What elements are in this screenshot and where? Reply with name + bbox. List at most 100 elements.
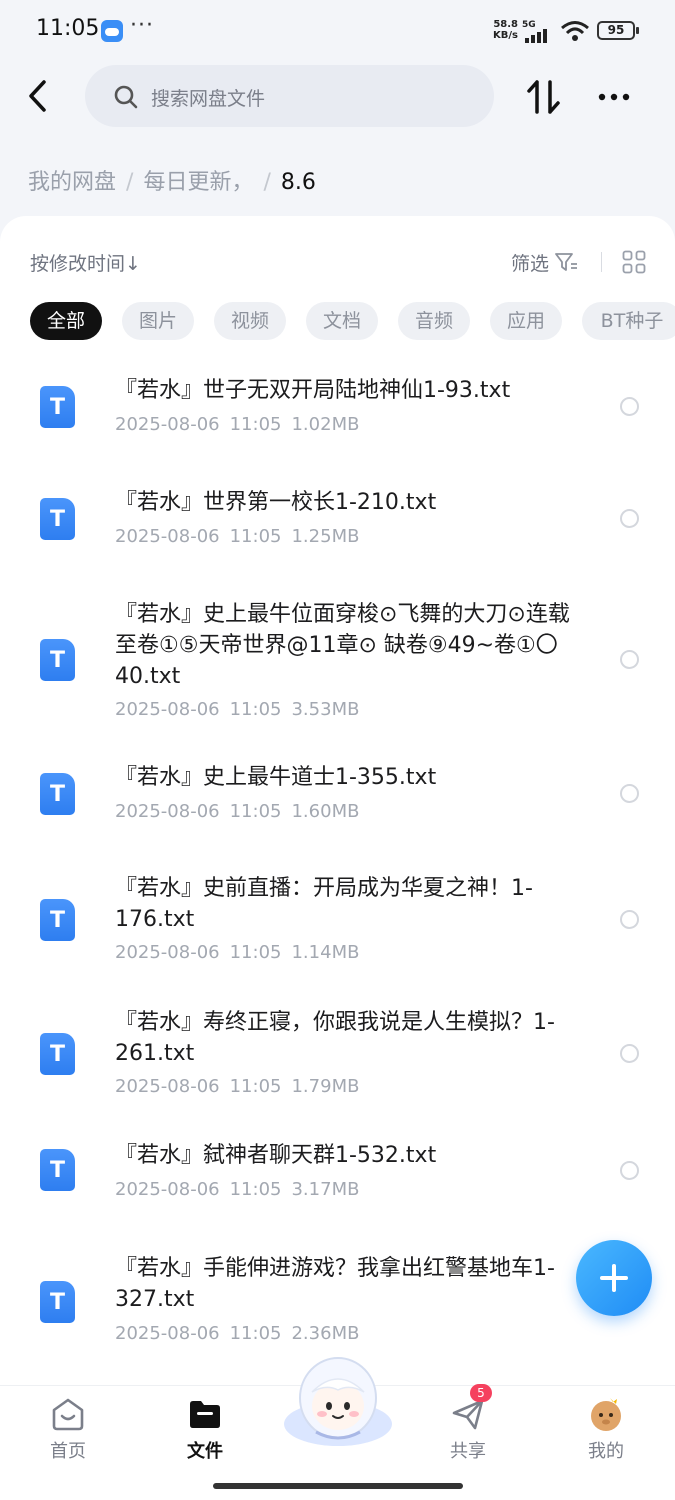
file-size: 1.79MB bbox=[291, 1076, 360, 1097]
file-size: 2.36MB bbox=[291, 1323, 360, 1344]
avatar bbox=[591, 1398, 621, 1431]
folder-icon bbox=[190, 1401, 220, 1428]
file-time: 11:05 bbox=[229, 942, 282, 963]
toolbar-divider bbox=[601, 252, 602, 272]
file-time: 11:05 bbox=[229, 1076, 282, 1097]
file-date: 2025-08-06 bbox=[115, 801, 220, 822]
file-date: 2025-08-06 bbox=[115, 1323, 220, 1344]
file-date: 2025-08-06 bbox=[115, 1179, 220, 1200]
filter-button[interactable]: 筛选 bbox=[511, 249, 549, 276]
file-name: 『若水』弑神者聊天群1-532.txt bbox=[115, 1143, 437, 1168]
nav-item-mine[interactable]: 我的 bbox=[556, 1386, 656, 1476]
file-name: 『若水』史上最牛位面穿梭⊙飞舞的大刀⊙连载至卷①⑤天帝世界@11章⊙ 缺卷⑨49… bbox=[115, 602, 570, 689]
file-meta: 2025-08-06 11:05 1.14MB bbox=[115, 942, 369, 963]
text-file-icon: T bbox=[40, 498, 75, 540]
top-bar: 搜索网盘文件 bbox=[0, 62, 675, 132]
file-size: 1.25MB bbox=[291, 526, 360, 547]
file-panel: 按修改时间↓ 筛选 全部 图片 视频 文档 音频 应用 BT种子 T 『若水』世… bbox=[0, 216, 675, 1416]
file-meta: 2025-08-06 11:05 1.25MB bbox=[115, 526, 369, 547]
breadcrumb: 我的网盘 / 每日更新， / 8.6 bbox=[28, 164, 316, 196]
text-file-icon: T bbox=[40, 1281, 75, 1323]
file-time: 11:05 bbox=[229, 801, 282, 822]
text-file-icon: T bbox=[40, 639, 75, 681]
more-options-icon[interactable] bbox=[594, 82, 634, 112]
file-size: 1.02MB bbox=[291, 414, 360, 435]
search-input[interactable]: 搜索网盘文件 bbox=[85, 65, 494, 127]
file-size: 3.17MB bbox=[291, 1179, 360, 1200]
select-checkbox[interactable] bbox=[620, 1161, 639, 1180]
text-file-icon: T bbox=[40, 773, 75, 815]
search-placeholder: 搜索网盘文件 bbox=[151, 88, 266, 110]
file-size: 1.14MB bbox=[291, 942, 360, 963]
file-date: 2025-08-06 bbox=[115, 699, 220, 720]
breadcrumb-item-folder[interactable]: 每日更新， bbox=[143, 170, 253, 195]
file-meta: 2025-08-06 11:05 1.79MB bbox=[115, 1076, 369, 1097]
status-bar: 11:05 ··· 58.8 KB/s 5G 95 bbox=[0, 0, 675, 62]
select-checkbox[interactable] bbox=[620, 1044, 639, 1063]
nav-label-mine: 我的 bbox=[588, 1441, 624, 1462]
select-checkbox[interactable] bbox=[620, 509, 639, 528]
signal-icon bbox=[525, 29, 547, 43]
select-checkbox[interactable] bbox=[620, 910, 639, 929]
file-date: 2025-08-06 bbox=[115, 942, 220, 963]
grid-view-icon[interactable] bbox=[622, 250, 646, 274]
text-file-icon: T bbox=[40, 1149, 75, 1191]
file-time: 11:05 bbox=[229, 1323, 282, 1344]
chip-audio[interactable]: 音频 bbox=[398, 302, 470, 340]
network-speed-unit: KB/s bbox=[493, 30, 518, 41]
search-icon bbox=[114, 85, 138, 109]
file-name: 『若水』史上最牛道士1-355.txt bbox=[115, 765, 437, 790]
file-time: 11:05 bbox=[229, 526, 282, 547]
chip-documents[interactable]: 文档 bbox=[306, 302, 378, 340]
file-time: 11:05 bbox=[229, 699, 282, 720]
assistant-mascot-button[interactable] bbox=[280, 1352, 396, 1448]
file-meta: 2025-08-06 11:05 2.36MB bbox=[115, 1323, 369, 1344]
file-time: 11:05 bbox=[229, 414, 282, 435]
sort-by-modified-button[interactable]: 按修改时间↓ bbox=[30, 249, 141, 276]
nav-item-files[interactable]: 文件 bbox=[155, 1386, 255, 1476]
file-row[interactable]: T 『若水』史上最牛道士1-355.txt 2025-08-06 11:05 1.6… bbox=[0, 758, 675, 854]
back-arrow-icon[interactable] bbox=[22, 76, 58, 116]
file-name: 『若水』世界第一校长1-210.txt bbox=[115, 490, 437, 515]
breadcrumb-current: 8.6 bbox=[280, 170, 316, 195]
chip-bt-torrent[interactable]: BT种子 bbox=[582, 302, 675, 340]
file-name: 『若水』手能伸进游戏？我拿出红警基地车1-327.txt bbox=[115, 1256, 555, 1312]
cloud-app-icon bbox=[101, 20, 123, 42]
file-row[interactable]: T 『若水』世界第一校长1-210.txt 2025-08-06 11:05 1.2… bbox=[0, 478, 675, 574]
select-checkbox[interactable] bbox=[620, 397, 639, 416]
text-file-icon: T bbox=[40, 1033, 75, 1075]
file-row[interactable]: T 『若水』手能伸进游戏？我拿出红警基地车1-327.txt 2025-08-0… bbox=[0, 1248, 675, 1368]
nav-item-home[interactable]: 首页 bbox=[18, 1386, 118, 1476]
select-checkbox[interactable] bbox=[620, 650, 639, 669]
nav-label-files: 文件 bbox=[187, 1441, 223, 1462]
file-row[interactable]: T 『若水』史上最牛位面穿梭⊙飞舞的大刀⊙连载至卷①⑤天帝世界@11章⊙ 缺卷⑨… bbox=[0, 590, 675, 730]
file-date: 2025-08-06 bbox=[115, 414, 220, 435]
chip-all[interactable]: 全部 bbox=[30, 302, 102, 340]
file-row[interactable]: T 『若水』弑神者聊天群1-532.txt 2025-08-06 11:05 3.1… bbox=[0, 1134, 675, 1230]
nav-item-share[interactable]: 5 共享 bbox=[418, 1384, 518, 1476]
battery-indicator: 95 bbox=[597, 21, 639, 40]
file-row[interactable]: T 『若水』史前直播：开局成为华夏之神！1-176.txt 2025-08-06… bbox=[0, 866, 675, 986]
file-meta: 2025-08-06 11:05 3.53MB bbox=[115, 699, 369, 720]
share-badge: 5 bbox=[470, 1384, 492, 1402]
nav-label-home: 首页 bbox=[50, 1441, 86, 1462]
file-row[interactable]: T 『若水』世子无双开局陆地神仙1-93.txt 2025-08-06 11:05… bbox=[0, 366, 675, 462]
breadcrumb-item-root[interactable]: 我的网盘 bbox=[28, 170, 116, 195]
chip-images[interactable]: 图片 bbox=[122, 302, 194, 340]
file-date: 2025-08-06 bbox=[115, 1076, 220, 1097]
home-smile-icon bbox=[52, 1398, 84, 1431]
add-upload-button[interactable] bbox=[576, 1240, 652, 1316]
file-date: 2025-08-06 bbox=[115, 526, 220, 547]
filter-icon[interactable] bbox=[555, 252, 579, 272]
file-name: 『若水』世子无双开局陆地神仙1-93.txt bbox=[115, 378, 511, 403]
text-file-icon: T bbox=[40, 386, 75, 428]
chip-apps[interactable]: 应用 bbox=[490, 302, 562, 340]
notification-dots: ··· bbox=[130, 13, 154, 38]
file-name: 『若水』史前直播：开局成为华夏之神！1-176.txt bbox=[115, 876, 533, 932]
file-size: 3.53MB bbox=[291, 699, 360, 720]
chip-videos[interactable]: 视频 bbox=[214, 302, 286, 340]
text-file-icon: T bbox=[40, 899, 75, 941]
select-checkbox[interactable] bbox=[620, 784, 639, 803]
file-row[interactable]: T 『若水』寿终正寝，你跟我说是人生模拟？1-261.txt 2025-08-0… bbox=[0, 1000, 675, 1120]
sort-icon[interactable] bbox=[524, 76, 564, 118]
